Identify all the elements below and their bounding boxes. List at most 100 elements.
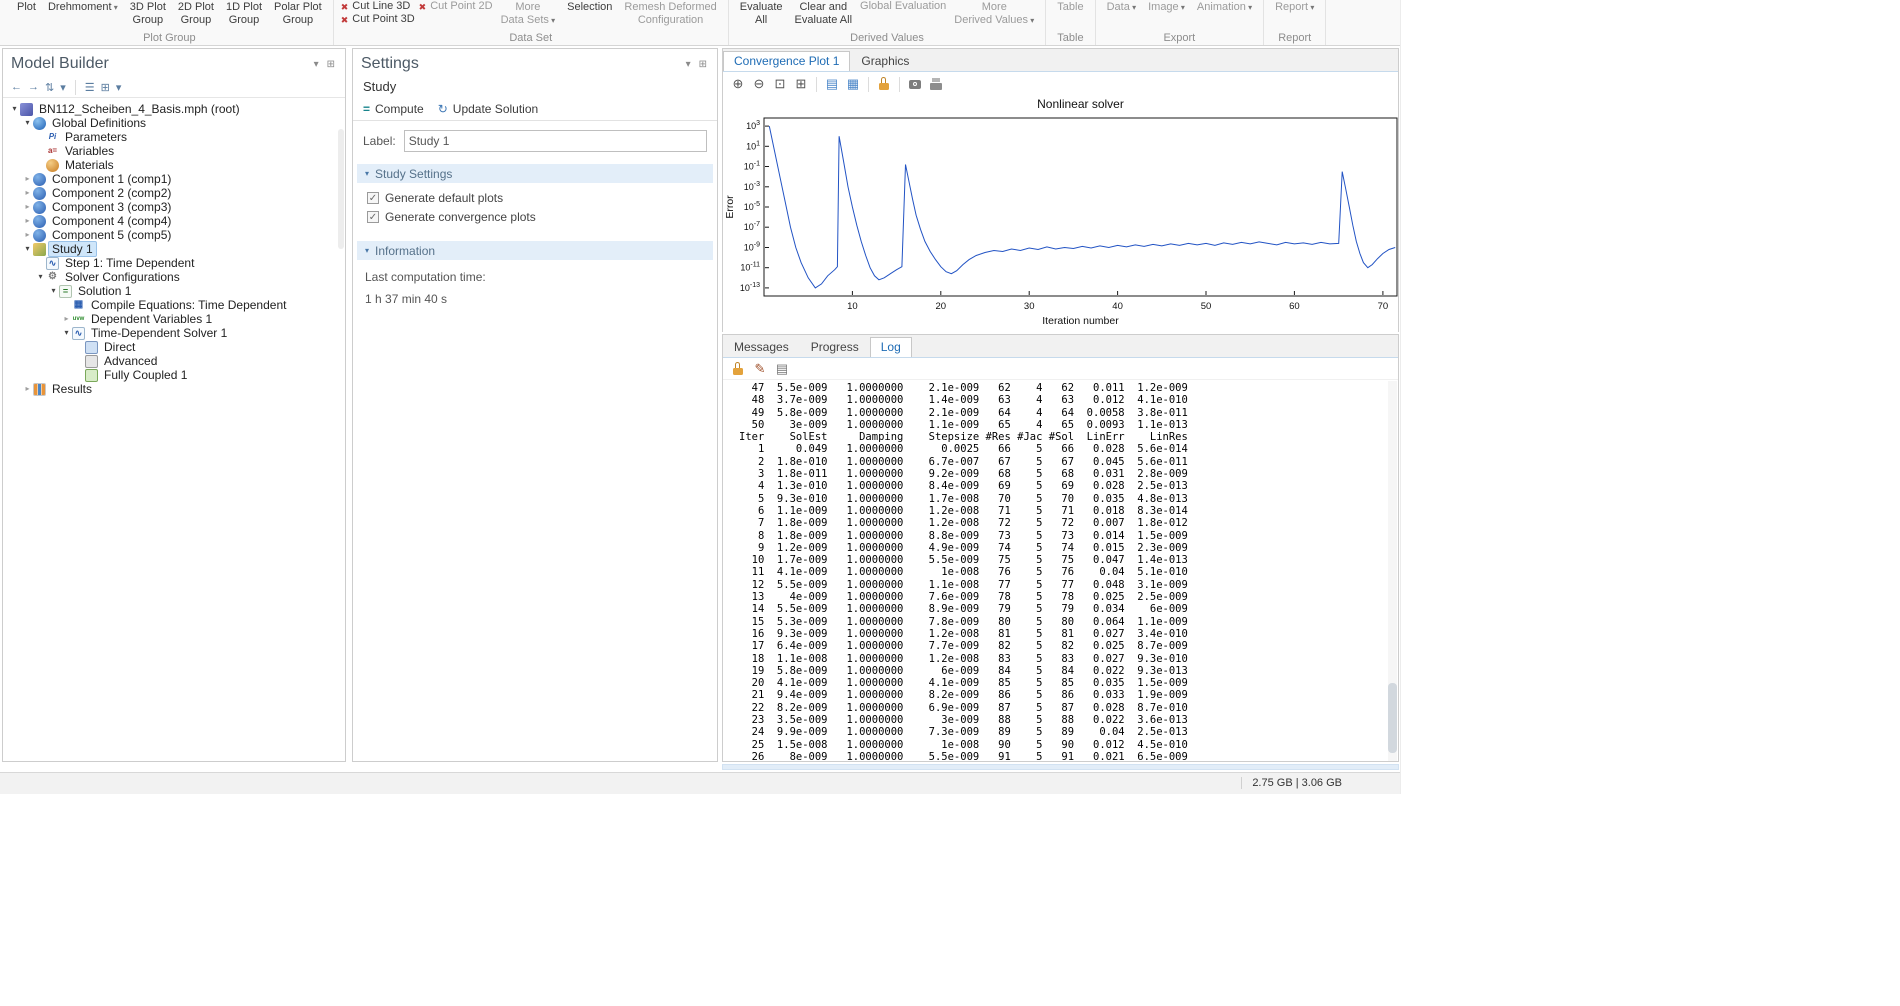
expand-open-icon[interactable]: ▾ (48, 284, 59, 298)
2d-plot-group-button[interactable]: 2D Plot Group (174, 0, 218, 28)
node-grouping-icon[interactable]: ⊞ (101, 81, 110, 94)
evaluate-all-button[interactable]: Evaluate All (736, 0, 787, 28)
clear-and-evaluate-all-button[interactable]: Clear and Evaluate All (791, 0, 856, 28)
tree-item-bn112-scheiben-4-basis-mph-root[interactable]: ▾BN112_Scheiben_4_Basis.mph (root) (7, 102, 345, 116)
collapse-all-icon[interactable]: ☰ (85, 81, 95, 94)
cut-point-3d-button[interactable]: ✖Cut Point 3D (341, 13, 415, 26)
lock-icon[interactable] (875, 75, 893, 93)
image-button[interactable]: Image ▾ (1144, 0, 1189, 15)
more-data-sets-button[interactable]: More Data Sets ▾ (497, 0, 560, 28)
tree-item-solver-configurations[interactable]: ▾⚙Solver Configurations (7, 270, 345, 284)
tree-item-parameters[interactable]: PiParameters (7, 130, 345, 144)
tree-item-component-5-comp5[interactable]: ▸Component 5 (comp5) (7, 228, 345, 242)
plot-button[interactable]: Plot (13, 0, 40, 15)
3d-plot-group-button[interactable]: 3D Plot Group (126, 0, 170, 28)
zoom-out-icon[interactable] (750, 75, 768, 93)
compute-button[interactable]: = Compute (363, 102, 424, 116)
tree-item-solution-1[interactable]: ▾=Solution 1 (7, 284, 345, 298)
tree-item-dependent-variables-1[interactable]: ▸uvwDependent Variables 1 (7, 312, 345, 326)
zoom-box-icon[interactable] (771, 75, 789, 93)
panel-menu-icon[interactable]: ▾ (310, 59, 323, 70)
remesh-deformed-configuration-button[interactable]: Remesh Deformed Configuration (620, 0, 720, 28)
animation-button[interactable]: Animation ▾ (1193, 0, 1256, 15)
more-derived-values-button[interactable]: More Derived Values ▾ (950, 0, 1038, 28)
expand-open-icon[interactable]: ▾ (9, 102, 20, 116)
panel-dock-icon[interactable]: ⊞ (323, 59, 339, 70)
tree-item-component-4-comp4[interactable]: ▸Component 4 (comp4) (7, 214, 345, 228)
tree-item-component-2-comp2[interactable]: ▸Component 2 (comp2) (7, 186, 345, 200)
tab-messages[interactable]: Messages (723, 337, 800, 357)
tree-item-label: Fully Coupled 1 (101, 368, 190, 382)
expand-closed-icon[interactable]: ▸ (61, 312, 72, 326)
tree-item-step-1-time-dependent[interactable]: ∿Step 1: Time Dependent (7, 256, 345, 270)
zoom-extents-icon[interactable] (792, 75, 810, 93)
log-horizontal-scrollbar[interactable] (722, 764, 1399, 770)
filter-dropdown-icon[interactable]: ▾ (116, 81, 122, 94)
expand-open-icon[interactable]: ▾ (35, 270, 46, 284)
tree-item-materials[interactable]: Materials (7, 158, 345, 172)
zoom-in-icon[interactable] (729, 75, 747, 93)
study-label-input[interactable] (404, 130, 707, 152)
back-icon[interactable]: ← (11, 81, 22, 93)
tree-item-global-definitions[interactable]: ▾Global Definitions (7, 116, 345, 130)
table-button[interactable]: Table (1053, 0, 1087, 15)
polar-plot-group-button[interactable]: Polar Plot Group (270, 0, 326, 28)
cut-line-3d-button[interactable]: ✖Cut Line 3D (341, 0, 415, 13)
checkbox-generate-default-plots[interactable]: ✓ Generate default plots (353, 189, 717, 208)
checkbox-generate-convergence-plots[interactable]: ✓ Generate convergence plots (353, 208, 717, 227)
graphics-toolbar (723, 72, 1398, 96)
panel-menu-icon[interactable]: ▾ (682, 59, 695, 70)
columns-icon[interactable] (773, 360, 791, 378)
dropdown-icon[interactable]: ▾ (60, 81, 66, 94)
cut-point-2d-button[interactable]: ✖Cut Point 2D (419, 0, 493, 13)
tab-graphics[interactable]: Graphics (850, 51, 920, 71)
report-button[interactable]: Report ▾ (1271, 0, 1318, 15)
component-icon (33, 187, 46, 200)
tree-item-component-3-comp3[interactable]: ▸Component 3 (comp3) (7, 200, 345, 214)
tree-item-direct[interactable]: Direct (7, 340, 345, 354)
lock-icon[interactable] (729, 360, 747, 378)
drehmoment-button[interactable]: Drehmoment ▾ (44, 0, 122, 15)
tab-progress[interactable]: Progress (800, 337, 870, 357)
update-solution-button[interactable]: ↻ Update Solution (438, 102, 538, 116)
expand-closed-icon[interactable]: ▸ (22, 214, 33, 228)
1d-plot-group-button[interactable]: 1D Plot Group (222, 0, 266, 28)
plot-table-icon[interactable] (844, 75, 862, 93)
convergence-plot-canvas[interactable]: Nonlinear solver10310110-110-310-510-710… (723, 96, 1398, 332)
tree-item-time-dependent-solver-1[interactable]: ▾∿Time-Dependent Solver 1 (7, 326, 345, 340)
tree-item-compile-equations-time-dependent[interactable]: ▦Compile Equations: Time Dependent (7, 298, 345, 312)
tree-item-advanced[interactable]: Advanced (7, 354, 345, 368)
tree-item-results[interactable]: ▸Results (7, 382, 345, 396)
edit-icon[interactable] (751, 360, 769, 378)
expand-closed-icon[interactable]: ▸ (22, 172, 33, 186)
panel-dock-icon[interactable]: ⊞ (695, 59, 711, 70)
global-evaluation-button[interactable]: Global Evaluation (860, 0, 946, 13)
forward-icon[interactable]: → (28, 81, 39, 93)
tab-log[interactable]: Log (870, 337, 912, 357)
selection-button[interactable]: Selection (563, 0, 616, 15)
expand-open-icon[interactable]: ▾ (22, 242, 33, 256)
print-icon[interactable] (927, 75, 945, 93)
tree-item-study-1[interactable]: ▾Study 1 (7, 242, 345, 256)
log-scrollbar[interactable] (1388, 381, 1397, 761)
tree-item-fully-coupled-1[interactable]: Fully Coupled 1 (7, 368, 345, 382)
tree-item-component-1-comp1[interactable]: ▸Component 1 (comp1) (7, 172, 345, 186)
tree-item-variables[interactable]: a=Variables (7, 144, 345, 158)
section-information[interactable]: ▾ Information (357, 241, 713, 260)
expand-closed-icon[interactable]: ▸ (22, 382, 33, 396)
expand-open-icon[interactable]: ▾ (22, 116, 33, 130)
model-builder-scrollbar[interactable] (338, 129, 344, 249)
snapshot-icon[interactable] (906, 75, 924, 93)
expand-closed-icon[interactable]: ▸ (22, 228, 33, 242)
expand-closed-icon[interactable]: ▸ (22, 186, 33, 200)
tree-item-label: Time-Dependent Solver 1 (88, 326, 230, 340)
plot-grid-icon[interactable] (823, 75, 841, 93)
move-node-icon[interactable]: ⇅ (45, 81, 54, 94)
expand-open-icon[interactable]: ▾ (61, 326, 72, 340)
solver-log-text[interactable]: 47 5.5e-009 1.0000000 2.1e-009 62 4 62 0… (723, 380, 1398, 764)
log-scrollbar-thumb[interactable] (1388, 683, 1397, 753)
section-study-settings[interactable]: ▾ Study Settings (357, 164, 713, 183)
tab-convergence-plot-1[interactable]: Convergence Plot 1 (723, 51, 850, 71)
data-button[interactable]: Data ▾ (1103, 0, 1141, 15)
expand-closed-icon[interactable]: ▸ (22, 200, 33, 214)
